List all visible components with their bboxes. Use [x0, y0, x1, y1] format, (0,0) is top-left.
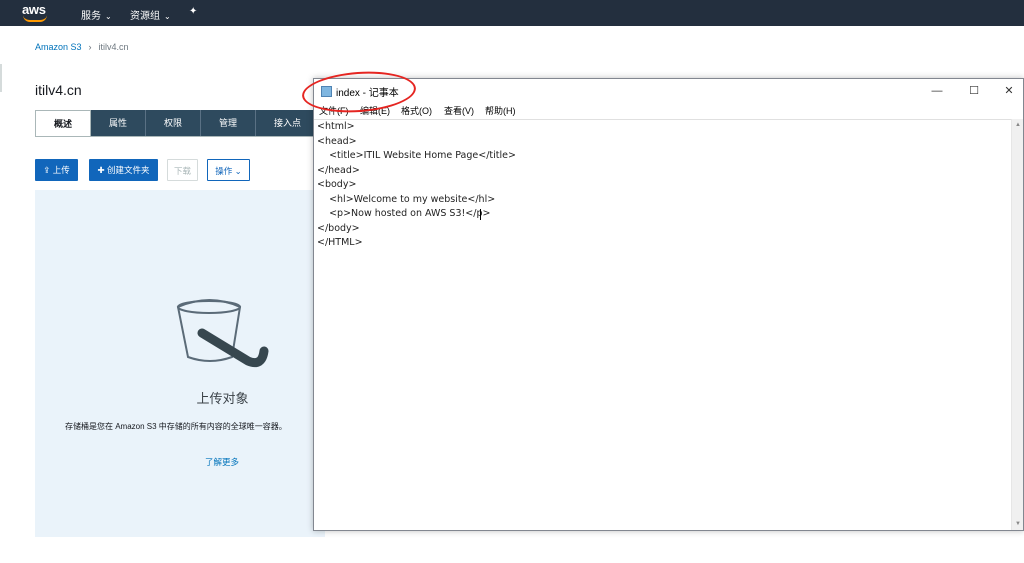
create-folder-button[interactable]: ✚ 创建文件夹 [89, 159, 158, 181]
scroll-down-icon[interactable]: ▼ [1015, 521, 1021, 527]
breadcrumb-bar [0, 26, 1024, 66]
tab-overview[interactable]: 概述 [35, 110, 91, 137]
download-button[interactable]: 下载 [167, 159, 198, 181]
resource-groups-menu[interactable]: 资源组 ⌄ [130, 7, 171, 22]
menu-help[interactable]: 帮助(H) [485, 104, 516, 117]
tabs-divider [35, 136, 325, 137]
scroll-up-icon[interactable]: ▲ [1015, 122, 1021, 128]
aws-logo[interactable]: aws [22, 2, 48, 22]
upload-icon: ⇪ [43, 165, 51, 175]
notepad-vertical-scrollbar[interactable]: ▲ ▼ [1011, 119, 1023, 530]
tab-access-points[interactable]: 接入点 [256, 110, 320, 137]
breadcrumb-current: itilv4.cn [98, 42, 129, 52]
page-title: itilv4.cn [35, 82, 82, 98]
notepad-titlebar[interactable]: index - 记事本 — ☐ ✕ [314, 79, 1023, 103]
minimize-button[interactable]: — [922, 81, 952, 101]
code-line: </HTML> [317, 237, 363, 248]
left-panel-edge [0, 64, 2, 92]
code-line: <title>ITIL Website Home Page</title> [317, 150, 516, 161]
create-folder-label: 创建文件夹 [106, 165, 150, 175]
tab-permissions[interactable]: 权限 [146, 110, 201, 137]
menu-format[interactable]: 格式(O) [401, 104, 432, 117]
code-line: <html> [317, 121, 355, 132]
notepad-window: index - 记事本 — ☐ ✕ 文件(F) 编辑(E) 格式(O) 查看(V… [313, 78, 1024, 531]
plus-icon: ✚ [97, 165, 105, 175]
code-line: <head> [317, 136, 357, 147]
code-line: <p>Now hosted on AWS S3!</p> [317, 208, 491, 219]
breadcrumb-separator: › [88, 42, 92, 52]
notepad-menubar: 文件(F) 编辑(E) 格式(O) 查看(V) 帮助(H) [314, 103, 1023, 119]
chevron-down-icon: ⌄ [105, 12, 112, 21]
code-line: <body> [317, 179, 357, 190]
code-line: <hl>Welcome to my website</hl> [317, 194, 496, 205]
breadcrumb: Amazon S3 › itilv4.cn [35, 42, 129, 52]
services-menu[interactable]: 服务 ⌄ [81, 7, 112, 22]
learn-more-link[interactable]: 了解更多 [205, 456, 239, 468]
aws-top-nav: aws 服务 ⌄ 资源组 ⌄ ✦ [0, 0, 1024, 26]
services-label: 服务 [81, 11, 101, 22]
code-line: </head> [317, 165, 360, 176]
chevron-down-icon: ⌄ [164, 12, 171, 21]
menu-view[interactable]: 查看(V) [444, 104, 474, 117]
breadcrumb-s3-link[interactable]: Amazon S3 [35, 42, 82, 52]
upload-button-label: 上传 [52, 165, 70, 175]
tab-properties[interactable]: 属性 [91, 110, 146, 137]
resource-groups-label: 资源组 [130, 11, 160, 22]
bucket-icon [176, 299, 269, 368]
bucket-tabs: 概述 属性 权限 管理 接入点 [35, 110, 320, 137]
chevron-down-icon: ⌄ [234, 166, 242, 176]
aws-smile-icon [23, 15, 47, 22]
tab-management[interactable]: 管理 [201, 110, 256, 137]
actions-dropdown[interactable]: 操作 ⌄ [207, 159, 250, 181]
actions-label: 操作 [215, 166, 233, 176]
close-button[interactable]: ✕ [994, 81, 1024, 101]
notepad-text-area[interactable]: <html> <head> <title>ITIL Website Home P… [314, 119, 1011, 530]
text-caret [480, 209, 481, 220]
code-line: </body> [317, 223, 360, 234]
upload-button[interactable]: ⇪ 上传 [35, 159, 78, 181]
maximize-button[interactable]: ☐ [959, 81, 989, 101]
pin-icon[interactable]: ✦ [189, 6, 197, 17]
